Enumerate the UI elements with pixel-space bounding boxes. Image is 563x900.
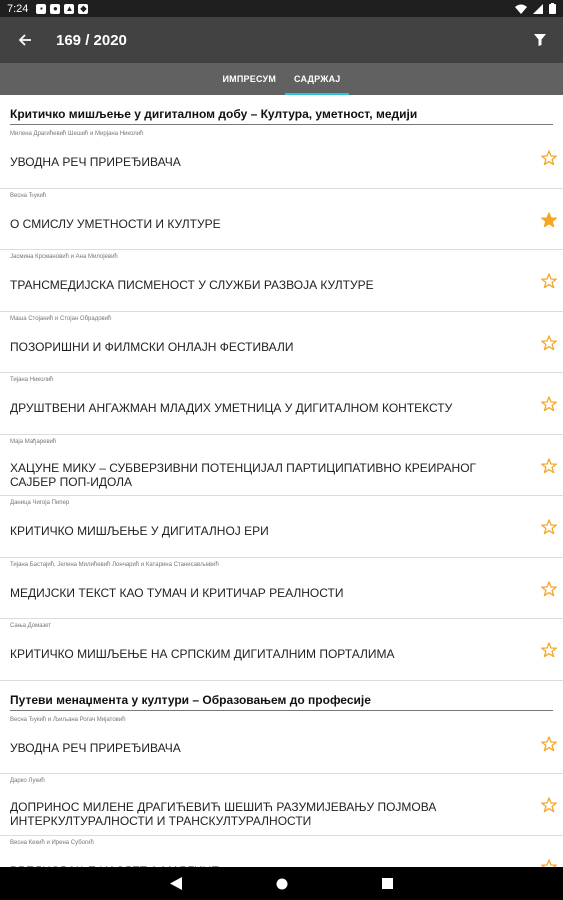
list-item[interactable]: Тијана Николић ДРУШТВЕНИ АНГАЖМАН МЛАДИХ … xyxy=(0,373,563,435)
section-title: Критичко мишљење у дигиталном добу – Кул… xyxy=(10,107,418,121)
item-authors: Весна Ђукић xyxy=(10,192,47,199)
section-title: Путеви менаџмента у култури – Образовање… xyxy=(10,692,371,707)
item-authors: Тијана Бастајић, Јелена Милићевић Лончар… xyxy=(10,561,219,568)
item-title: ПОЗОРИШНИ И ФИЛМСКИ ОНЛАЈН ФЕСТИВАЛИ xyxy=(10,339,294,354)
arrow-left-icon xyxy=(18,34,31,46)
item-title: ХАЦУНЕ МИКУ – СУБВЕРЗИВНИ ПОТЕНЦИЈАЛ ПАР… xyxy=(10,460,477,489)
filter-icon xyxy=(534,34,546,46)
item-authors: Тијана Николић xyxy=(10,377,54,383)
battery-icon xyxy=(549,3,556,14)
item-title: КРИТИЧКО МИШЉЕЊЕ НА СРПСКИМ ДИГИТАЛНИМ П… xyxy=(10,647,395,661)
section-header: Критичко мишљење у дигиталном добу – Кул… xyxy=(0,95,563,127)
tab-impresum[interactable]: ИМПРЕСУМ xyxy=(214,63,286,95)
section-divider xyxy=(10,124,553,125)
list-item[interactable]: Дарко Лукић ДОПРИНОС МИЛЕНЕ ДРАГИЋЕВИЋ ШЕ… xyxy=(0,774,563,836)
item-title: УВОДНА РЕЧ ПРИРЕЂИВАЧА xyxy=(10,740,181,755)
notification-icon: ▪ xyxy=(36,3,47,14)
star-outline-icon[interactable] xyxy=(541,519,557,535)
star-outline-icon[interactable] xyxy=(541,334,557,351)
item-title: КРИТИЧКО МИШЉЕЊЕ У ДИГИТАЛНОЈ ЕРИ xyxy=(10,524,269,538)
item-authors: Сања Домазет xyxy=(10,623,52,629)
star-outline-icon[interactable] xyxy=(541,273,557,289)
star-outline-icon[interactable] xyxy=(541,797,557,813)
list-item[interactable]: Тијана Бастајић, Јелена Милићевић Лончар… xyxy=(0,558,563,619)
item-title: МЕДИЈСКИ ТЕКСТ КАО ТУМАЧ И КРИТИЧАР РЕАЛ… xyxy=(10,585,344,600)
item-authors: Весна Кекић и Ирена Субогић xyxy=(10,839,94,846)
tab-label: ИМПРЕСУМ xyxy=(222,74,277,84)
item-authors: Весна Ђукић и Љиљана Рогач Мијатовић xyxy=(10,716,126,723)
notification-icon: ▲ xyxy=(64,3,75,14)
system-navigation-bar xyxy=(0,867,563,900)
item-title: О СМИСЛУ УМЕТНОСТИ И КУЛТУРЕ xyxy=(10,216,221,231)
item-title: ДРУШТВЕНИ АНГАЖМАН МЛАДИХ УМЕТНИЦА У ДИГ… xyxy=(10,401,453,415)
status-notification-icons: ▪ ● ▲ ◆ xyxy=(36,3,89,14)
item-authors: Милена Драгићевић Шешић и Мирјана Николи… xyxy=(10,131,144,137)
item-authors: Маша Стојанић и Стојан Обрадовић xyxy=(10,315,112,322)
list-item[interactable]: Весна Кекић и Ирена СубогићВРЕДНОВАЊЕ НА… xyxy=(0,836,563,868)
wifi-icon xyxy=(515,4,527,14)
star-outline-icon[interactable] xyxy=(541,580,557,597)
triangle-back-icon xyxy=(169,877,182,890)
square-recents-icon xyxy=(382,878,393,889)
star-outline-icon[interactable] xyxy=(541,858,557,868)
star-filled-icon[interactable] xyxy=(541,211,557,228)
item-title: ТРАНСМЕДИЈСКА ПИСМЕНОСТ У СЛУЖБИ РАЗВОЈА… xyxy=(10,278,374,292)
status-system-icons xyxy=(515,3,556,14)
star-outline-icon[interactable] xyxy=(541,396,557,412)
section-divider xyxy=(10,709,553,711)
tab-sadrzaj[interactable]: САДРЖАЈ xyxy=(285,63,350,95)
nav-home-button[interactable] xyxy=(275,877,289,891)
status-time: 7:24 xyxy=(7,2,29,15)
star-outline-icon[interactable] xyxy=(541,735,557,752)
list-item[interactable]: Милена Драгићевић Шешић и Мирјана Николи… xyxy=(0,127,563,189)
item-title: ДОПРИНОС МИЛЕНЕ ДРАГИЋЕВИЋ ШЕШИЋ РАЗУМИЈ… xyxy=(10,800,437,828)
item-authors: Дарко Лукић xyxy=(10,778,45,784)
page-title: 169 / 2020 xyxy=(56,31,127,49)
notification-icon: ◆ xyxy=(78,3,89,14)
contents-list[interactable]: Критичко мишљење у дигиталном добу – Кул… xyxy=(0,95,563,867)
notification-icon: ● xyxy=(50,3,61,14)
tab-bar: ИМПРЕСУМ САДРЖАЈ xyxy=(0,63,563,95)
list-item[interactable]: Даница Чигоја Пипер КРИТИЧКО МИШЉЕЊЕ У ДИ… xyxy=(0,496,563,558)
list-item[interactable]: Весна Ђукић и Љиљана Рогач Мијатовић УВОД… xyxy=(0,713,563,774)
list-item[interactable]: Маја Мађаревић ХАЦУНЕ МИКУ – СУБВЕРЗИВНИ … xyxy=(0,435,563,496)
star-outline-icon[interactable] xyxy=(541,150,557,166)
app-bar: 169 / 2020 xyxy=(0,17,563,63)
list-item[interactable]: Јасмина Крсмановић и Ана Милојевић ТРАНСМ… xyxy=(0,250,563,312)
nav-recents-button[interactable] xyxy=(381,877,395,891)
status-bar: 7:24 ▪ ● ▲ ◆ xyxy=(0,0,563,17)
star-outline-icon[interactable] xyxy=(541,457,557,474)
item-authors: Јасмина Крсмановић и Ана Милојевић xyxy=(10,254,118,260)
tab-label: САДРЖАЈ xyxy=(294,74,341,84)
list-item[interactable]: Маша Стојанић и Стојан Обрадовић ПОЗОРИШН… xyxy=(0,312,563,373)
item-authors: Маја Мађаревић xyxy=(10,438,57,445)
signal-icon xyxy=(533,3,543,14)
section-header: Путеви менаџмента у култури – Образовање… xyxy=(0,681,563,713)
filter-button[interactable] xyxy=(517,17,563,63)
item-authors: Даница Чигоја Пипер xyxy=(10,500,70,506)
nav-back-button[interactable] xyxy=(169,877,183,891)
star-outline-icon[interactable] xyxy=(541,642,557,658)
list-item[interactable]: Сања Домазет КРИТИЧКО МИШЉЕЊЕ НА СРПСКИМ … xyxy=(0,619,563,681)
circle-home-icon xyxy=(276,878,287,889)
back-button[interactable] xyxy=(0,17,50,63)
list-item[interactable]: Весна Ђукић О СМИСЛУ УМЕТНОСТИ И КУЛТУРЕ xyxy=(0,189,563,250)
item-title: УВОДНА РЕЧ ПРИРЕЂИВАЧА xyxy=(10,155,181,169)
